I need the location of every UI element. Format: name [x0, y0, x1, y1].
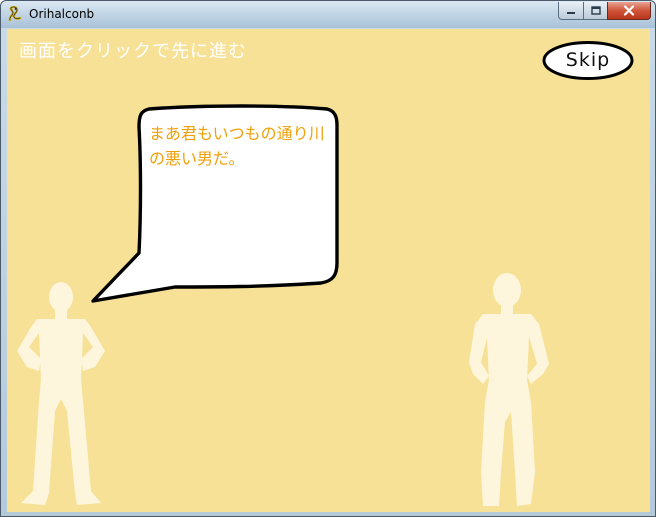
minimize-icon — [567, 11, 575, 14]
skip-button[interactable]: Skip — [541, 40, 635, 81]
maximize-button[interactable] — [583, 2, 608, 20]
game-canvas[interactable]: 画面をクリックで先に進む Skip まあ君もいつもの通り川の悪い男だ。 — [7, 29, 650, 512]
close-button[interactable] — [607, 2, 651, 20]
app-window: Orihalconb 画面をクリックで先に進む Skip まあ君もいつもの通り川… — [0, 0, 656, 517]
pygame-snake-icon — [8, 6, 22, 22]
maximize-icon — [590, 6, 601, 15]
minimize-button[interactable] — [558, 2, 584, 20]
dialogue-text: まあ君もいつもの通り川の悪い男だ。 — [149, 124, 325, 168]
title-bar[interactable]: Orihalconb — [1, 1, 655, 28]
window-title: Orihalconb — [29, 7, 95, 21]
skip-button-label: Skip — [565, 49, 611, 71]
right-character-silhouette — [469, 273, 549, 506]
close-icon — [623, 5, 635, 16]
left-character-silhouette — [17, 282, 105, 505]
click-to-continue-hint: 画面をクリックで先に進む — [19, 41, 247, 62]
